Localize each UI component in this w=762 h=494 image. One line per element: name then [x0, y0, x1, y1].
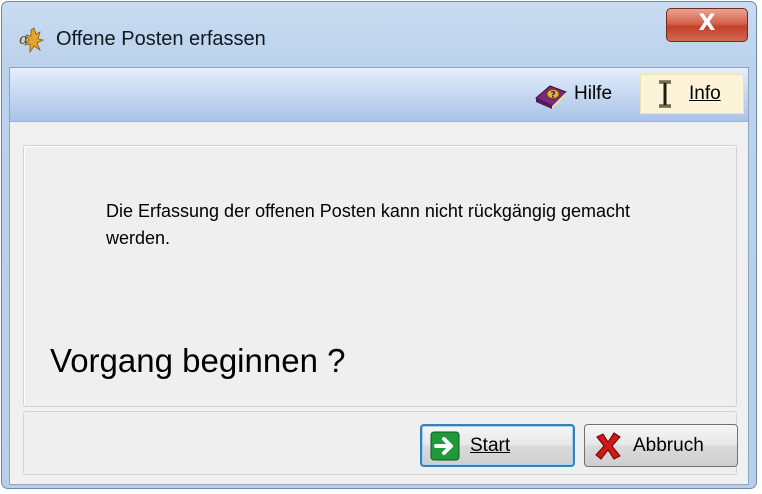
window-title: Offene Posten erfassen — [56, 28, 266, 50]
close-icon: X — [698, 11, 716, 36]
start-label: Start — [470, 434, 511, 456]
help-button[interactable]: ? Hilfe — [532, 74, 634, 114]
message-panel: Die Erfassung der offenen Posten kann ni… — [23, 145, 737, 407]
button-bar: Start Abbruch — [23, 411, 738, 475]
cancel-button[interactable]: Abbruch — [584, 424, 738, 467]
info-label: Info — [689, 83, 721, 104]
title-bar[interactable]: α Offene Posten erfassen X — [2, 2, 756, 64]
info-message: Die Erfassung der offenen Posten kann ni… — [106, 201, 630, 248]
info-button[interactable]: Info — [640, 74, 744, 114]
help-label: Hilfe — [574, 83, 613, 104]
client-area: ? Hilfe Info Die Erfassung der offenen P… — [9, 67, 749, 485]
toolbar: ? Hilfe Info — [10, 68, 748, 122]
cancel-label: Abbruch — [633, 434, 704, 456]
start-button[interactable]: Start — [420, 424, 575, 467]
help-book-icon: ? — [532, 78, 570, 110]
close-button[interactable]: X — [666, 8, 748, 42]
dialog-window: α Offene Posten erfassen X ? Hilfe Info … — [1, 1, 757, 489]
question-text: Vorgang beginnen ? — [50, 342, 346, 379]
svg-text:α: α — [19, 30, 29, 48]
text-cursor-icon — [651, 78, 679, 110]
app-icon: α — [18, 26, 48, 54]
arrow-right-icon — [430, 431, 460, 461]
svg-text:?: ? — [551, 91, 556, 101]
red-x-icon — [593, 431, 623, 461]
